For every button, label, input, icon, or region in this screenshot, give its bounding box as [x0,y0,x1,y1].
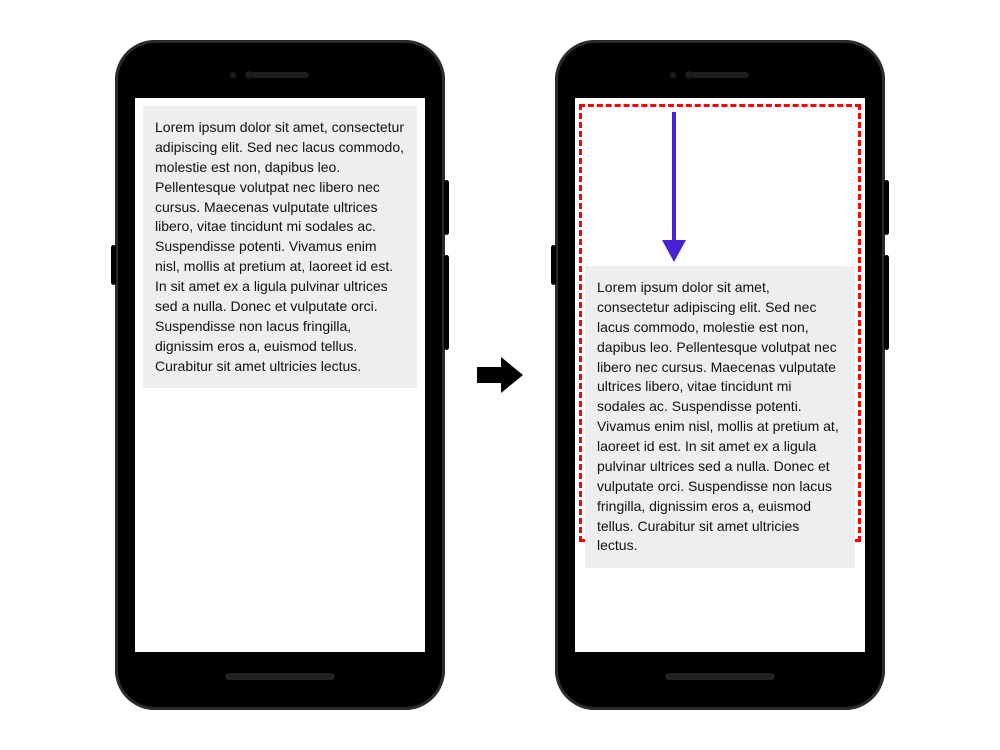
phone-earpiece [251,72,309,78]
down-arrow-icon [659,112,689,262]
text-block-after: Lorem ipsum dolor sit amet, consectetur … [585,266,855,568]
phone-power-button [444,180,449,235]
phone-after: Lorem ipsum dolor sit amet, consectetur … [555,40,885,710]
phone-side-button [111,245,116,285]
phone-sensor [230,72,236,78]
phone-volume-button [884,255,889,350]
phone-before: Lorem ipsum dolor sit amet, consectetur … [115,40,445,710]
phone-home-indicator [225,673,335,680]
phone-top-bezel [125,50,435,98]
phone-side-button [551,245,556,285]
phone-power-button [884,180,889,235]
phone-sensor [670,72,676,78]
phone-body: Lorem ipsum dolor sit amet, consectetur … [565,50,875,700]
phone-screen-after: Lorem ipsum dolor sit amet, consectetur … [575,98,865,652]
phone-earpiece [691,72,749,78]
text-block-before: Lorem ipsum dolor sit amet, consectetur … [143,106,417,388]
diagram-stage: Lorem ipsum dolor sit amet, consectetur … [50,28,950,722]
phone-screen-before: Lorem ipsum dolor sit amet, consectetur … [135,98,425,652]
phone-body: Lorem ipsum dolor sit amet, consectetur … [125,50,435,700]
phone-bottom-bezel [125,652,435,700]
phone-home-indicator [665,673,775,680]
phone-volume-button [444,255,449,350]
phone-top-bezel [565,50,875,98]
phone-bottom-bezel [565,652,875,700]
transition-arrow-icon [475,350,525,400]
